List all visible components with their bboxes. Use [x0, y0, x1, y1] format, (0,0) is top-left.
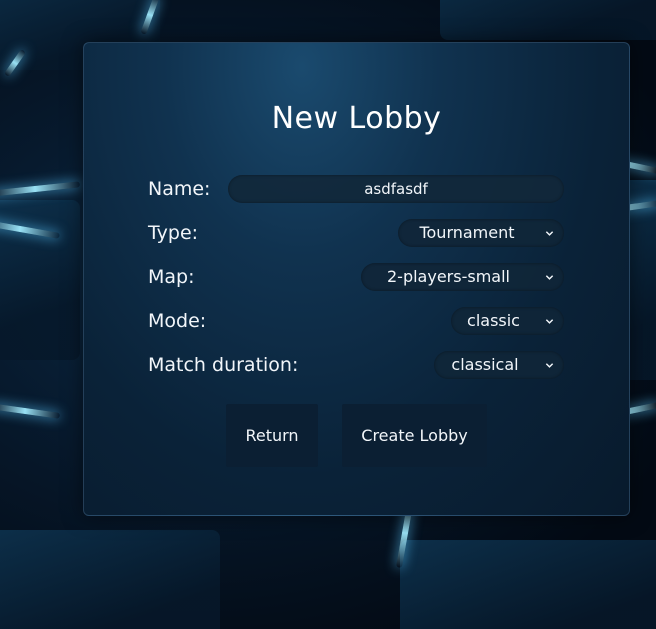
match-duration-select-value: classical: [451, 355, 519, 374]
background-light-streak: [0, 403, 61, 419]
chevron-down-icon: [545, 231, 554, 236]
map-row: Map: 2-players-small: [148, 263, 564, 291]
background-hex-tile: [440, 0, 656, 40]
chevron-down-icon: [545, 363, 554, 368]
type-row: Type: Tournament: [148, 219, 564, 247]
match-duration-label: Match duration:: [148, 354, 299, 376]
name-row: Name: asdfasdf: [148, 175, 564, 203]
mode-label: Mode:: [148, 310, 207, 332]
mode-select-value: classic: [467, 311, 520, 330]
lobby-name-input[interactable]: asdfasdf: [228, 175, 564, 203]
mode-row: Mode: classic: [148, 307, 564, 335]
mode-select[interactable]: classic: [451, 307, 564, 335]
background-hex-tile: [400, 540, 656, 629]
map-label: Map:: [148, 266, 195, 288]
return-button[interactable]: Return: [226, 404, 318, 467]
type-select[interactable]: Tournament: [398, 219, 564, 247]
duration-row: Match duration: classical: [148, 351, 564, 379]
dialog-title: New Lobby: [271, 101, 442, 136]
match-duration-select[interactable]: classical: [434, 351, 564, 379]
background-light-streak: [0, 181, 81, 197]
name-label: Name:: [148, 178, 211, 200]
chevron-down-icon: [545, 275, 554, 280]
type-label: Type:: [148, 222, 199, 244]
map-select[interactable]: 2-players-small: [361, 263, 564, 291]
new-lobby-dialog: New Lobby Name: asdfasdf Type: Tournamen…: [83, 42, 630, 516]
chevron-down-icon: [545, 319, 554, 324]
create-lobby-button[interactable]: Create Lobby: [342, 404, 487, 467]
type-select-value: Tournament: [419, 223, 515, 242]
background-hex-tile: [0, 530, 220, 629]
map-select-value: 2-players-small: [387, 267, 510, 286]
